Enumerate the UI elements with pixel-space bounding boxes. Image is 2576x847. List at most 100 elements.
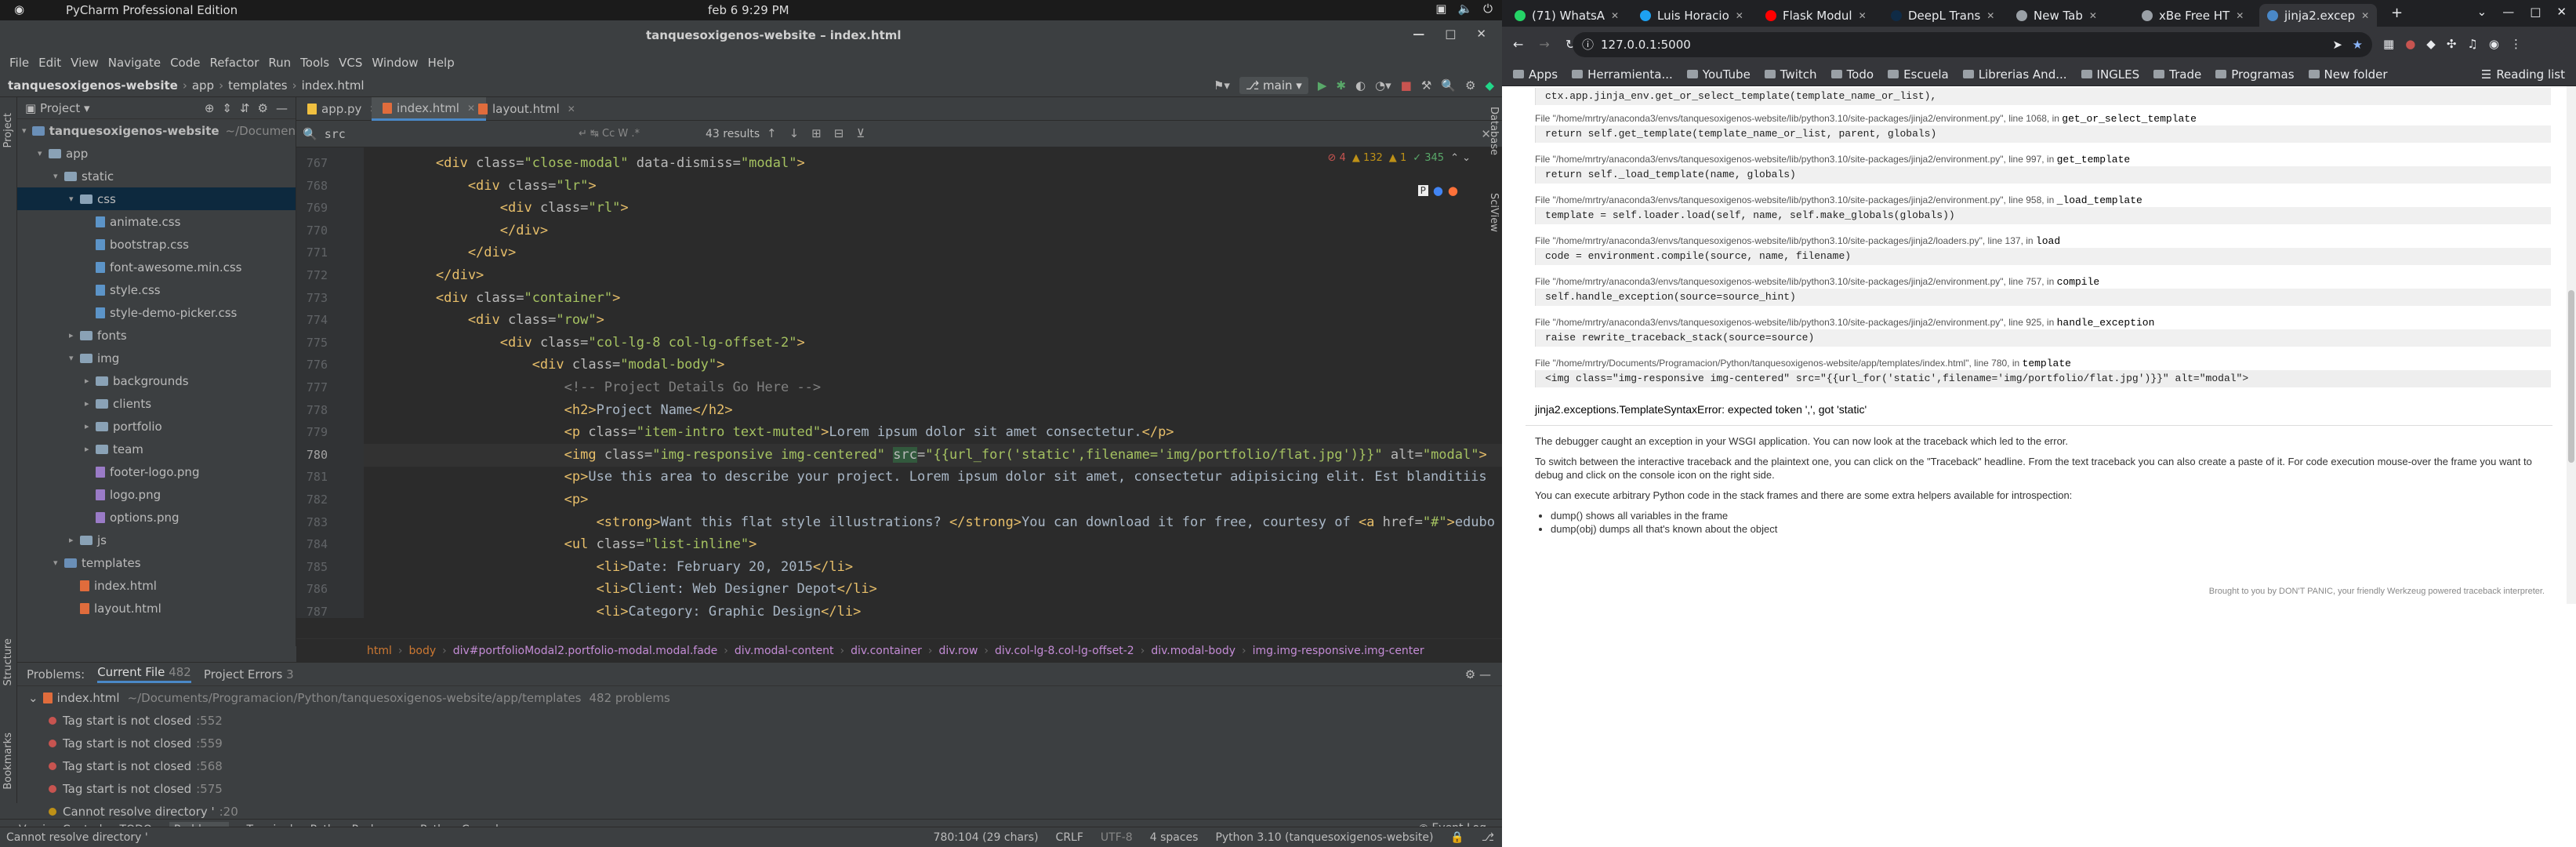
network-icon[interactable]: ▣ <box>1435 2 1446 16</box>
extension-icon[interactable]: ◆ <box>2426 37 2436 51</box>
bookmark-item[interactable]: Escuela <box>1888 67 1949 82</box>
close-tab-icon[interactable]: ✕ <box>1859 10 1867 21</box>
indent-setting[interactable]: 4 spaces <box>1150 831 1199 844</box>
expanded-arrow-icon[interactable]: ▾ <box>38 148 49 158</box>
site-info-icon[interactable]: ⓘ <box>1582 32 1594 57</box>
close-tab-icon[interactable]: ✕ <box>2089 10 2097 21</box>
traceback-frame[interactable]: File "/home/mrtry/anaconda3/envs/tanques… <box>1535 152 2551 184</box>
traceback-frame[interactable]: File "/home/mrtry/anaconda3/envs/tanques… <box>1535 315 2551 347</box>
share-icon[interactable]: ➤ <box>2332 32 2342 57</box>
volume-icon[interactable]: 🔈 <box>1457 2 1472 16</box>
extensions-puzzle-icon[interactable]: ✣ <box>2447 37 2457 51</box>
close-tab-icon[interactable]: ✕ <box>1736 10 1743 21</box>
close-icon[interactable]: ✕ <box>2556 5 2567 19</box>
collapsed-arrow-icon[interactable]: ▸ <box>85 444 96 454</box>
find-options[interactable]: ↵ ↹ Cc W .* <box>579 128 640 140</box>
pycharm-preview-icon[interactable]: P <box>1417 185 1428 196</box>
traceback-frame[interactable]: File "/home/mrtry/Documents/Programacion… <box>1535 356 2551 387</box>
git-icon[interactable]: ⎇ <box>1482 831 1494 844</box>
browser-tab[interactable]: DeepL Trans ✕ <box>1883 4 2001 27</box>
tab-project-errors[interactable]: Project Errors 3 <box>204 667 294 682</box>
browser-tab[interactable]: Luis Horacio ✕ <box>1632 4 1750 27</box>
breadcrumb-item[interactable]: div.row <box>939 645 978 657</box>
problem-item[interactable]: Tag start is not closed:568 <box>49 754 1502 777</box>
browser-tab[interactable]: jinja2.excep ✕ <box>2259 4 2377 27</box>
select-all-icon[interactable]: ⊟ <box>834 126 844 140</box>
filter-icon[interactable]: ⊻ <box>856 126 865 140</box>
search-everywhere-icon[interactable]: 🔍 <box>1441 78 1456 93</box>
tree-item[interactable]: ▸ fonts <box>17 324 296 347</box>
menu-tools[interactable]: Tools <box>296 56 334 70</box>
menu-file[interactable]: File <box>5 56 34 70</box>
vcs-user-icon[interactable]: ⚑▾ <box>1214 78 1230 93</box>
bookmark-star-icon[interactable]: ★ <box>2353 32 2363 57</box>
tree-item[interactable]: bootstrap.css <box>17 233 296 256</box>
add-selection-icon[interactable]: ⊞ <box>811 126 822 140</box>
project-view-selector[interactable]: ▣ Project ▾ <box>25 101 90 115</box>
tree-item[interactable]: options.png <box>17 506 296 529</box>
stop-icon[interactable]: ■ <box>1401 78 1412 93</box>
expanded-arrow-icon[interactable]: ▾ <box>53 558 64 568</box>
minimize-icon[interactable]: — <box>2502 5 2514 19</box>
active-app-title[interactable]: PyCharm Professional Edition <box>66 3 238 17</box>
extension-icon[interactable]: ▦ <box>2383 37 2394 51</box>
bookmark-item[interactable]: INGLES <box>2081 67 2139 82</box>
tree-item[interactable]: index.html <box>17 574 296 597</box>
tree-item[interactable]: ▾ static <box>17 165 296 187</box>
nav-file[interactable]: index.html <box>302 78 365 93</box>
find-input[interactable]: 🔍 src <box>303 127 346 141</box>
browser-tab[interactable]: New Tab ✕ <box>2008 4 2126 27</box>
sciview-tool-button[interactable]: SciView <box>1488 193 1500 232</box>
extension-icon[interactable]: ● <box>2405 37 2415 51</box>
problems-file-row[interactable]: ⌄ index.html ~/Documents/Programacion/Py… <box>17 686 1502 709</box>
collapsed-arrow-icon[interactable]: ▸ <box>85 421 96 431</box>
tree-item[interactable]: animate.css <box>17 210 296 233</box>
bookmarks-tool-button[interactable]: Bookmarks <box>2 732 14 790</box>
collapsed-arrow-icon[interactable]: ▸ <box>69 535 80 545</box>
tree-item[interactable]: ▾ img <box>17 347 296 369</box>
breadcrumb-item[interactable]: div.modal-content <box>735 645 834 657</box>
system-tray[interactable]: ▣ 🔈 ⏻ <box>1435 2 1493 16</box>
bookmark-item[interactable]: Todo <box>1830 67 1874 82</box>
panel-options-icon[interactable]: ⚙ <box>258 101 268 115</box>
scrollbar-thumb[interactable] <box>2568 290 2574 463</box>
browser-tab[interactable]: (71) WhatsA ✕ <box>1507 4 1624 27</box>
bookmark-item[interactable]: New folder <box>2308 67 2388 82</box>
database-tool-button[interactable]: Database <box>1488 107 1500 155</box>
bookmark-item[interactable]: Trade <box>2153 67 2201 82</box>
tree-item[interactable]: ▸ clients <box>17 392 296 415</box>
coverage-icon[interactable]: ◐ <box>1355 78 1366 93</box>
profile-icon[interactable]: ◔▾ <box>1375 78 1391 93</box>
lock-icon[interactable]: 🔒 <box>1450 831 1464 844</box>
tree-item[interactable]: ▸ js <box>17 529 296 551</box>
tree-item[interactable]: ▸ team <box>17 438 296 460</box>
chrome-menu-icon[interactable]: ⋮ <box>2510 37 2522 51</box>
tree-item[interactable]: logo.png <box>17 483 296 506</box>
back-icon[interactable]: ← <box>1513 37 1523 52</box>
branch-selector[interactable]: ⎇ main ▾ <box>1239 77 1308 94</box>
nav-app[interactable]: app <box>192 78 214 93</box>
bookmark-item[interactable]: Twitch <box>1764 67 1817 82</box>
power-icon[interactable]: ⏻ <box>1483 2 1493 16</box>
menu-run[interactable]: Run <box>263 56 296 70</box>
menu-help[interactable]: Help <box>423 56 459 70</box>
reading-list-button[interactable]: ☰ Reading list <box>2481 67 2565 82</box>
bookmark-item[interactable]: Programas <box>2215 67 2295 82</box>
address-bar[interactable]: ⓘ 127.0.0.1:5000 ★ ➤ <box>1573 32 2372 57</box>
tree-item[interactable]: footer-logo.png <box>17 460 296 483</box>
line-separator[interactable]: CRLF <box>1056 831 1083 844</box>
problem-item[interactable]: Tag start is not closed:552 <box>49 709 1502 732</box>
traceback-frame[interactable]: File "/home/mrtry/anaconda3/envs/tanques… <box>1535 234 2551 265</box>
system-clock[interactable]: feb 6 9:29 PM <box>708 3 789 17</box>
tree-item[interactable]: ▾ templates <box>17 551 296 574</box>
browser-tab[interactable]: xBe Free HT ✕ <box>2134 4 2251 27</box>
browser-tab[interactable]: Flask Modul ✕ <box>1758 4 1875 27</box>
menu-edit[interactable]: Edit <box>34 56 66 70</box>
traceback-frame[interactable]: File "/home/mrtry/anaconda3/envs/tanques… <box>1535 193 2551 224</box>
run-icon[interactable]: ▶ <box>1318 78 1327 93</box>
inspection-widget[interactable]: ⊘ 4 ▲ 132 ▲ 1 ✓ 345 ⌃ ⌄ <box>1328 152 1471 164</box>
nav-project[interactable]: tanquesoxigenos-website <box>8 78 178 93</box>
tree-item[interactable]: ▸ backgrounds <box>17 369 296 392</box>
bookmark-item[interactable]: Librerias And... <box>1962 67 2067 82</box>
tab-layout-html[interactable]: layout.html ✕ <box>467 97 586 121</box>
